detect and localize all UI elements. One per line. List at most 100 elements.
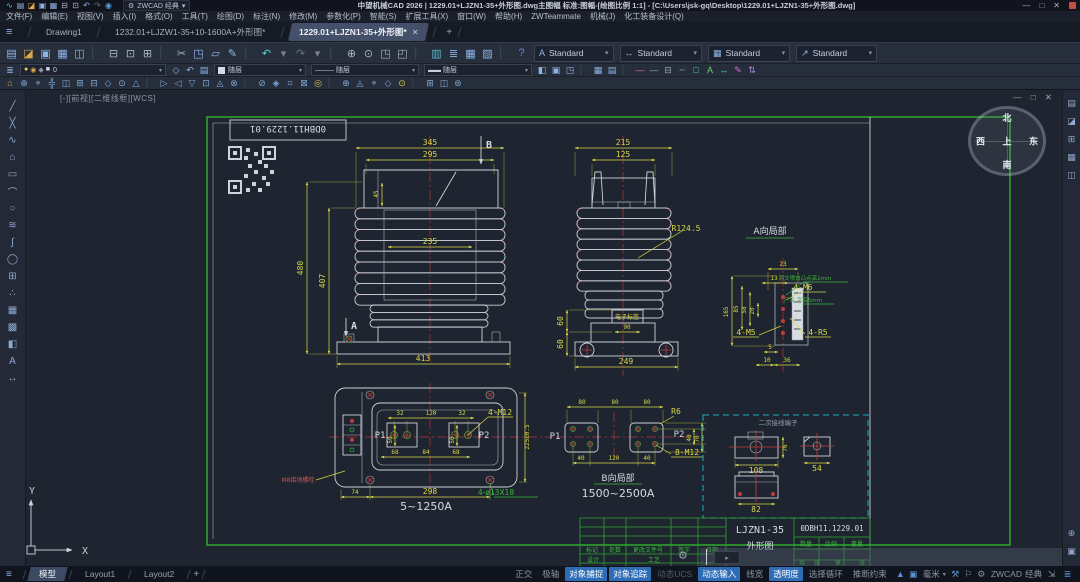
ellipse-tool-icon[interactable]: ◯: [5, 251, 21, 267]
separator[interactable]: ▏: [156, 45, 173, 62]
mleader-style-select[interactable]: ↗Standard▾: [796, 45, 877, 62]
hidden-line-icon[interactable]: ╌: [675, 64, 689, 76]
dim-tool-icon[interactable]: ↔: [717, 64, 731, 76]
undo-icon[interactable]: ↶: [258, 45, 275, 62]
standard-parts-icon[interactable]: ⊙: [395, 77, 409, 89]
mtext-tool-icon[interactable]: A: [5, 353, 21, 369]
drawing-canvas-area[interactable]: 0DBH11.1229.01: [26, 90, 1062, 566]
tool-palettes-icon[interactable]: ⊞: [1065, 132, 1079, 146]
separator[interactable]: ▏: [241, 77, 255, 89]
make-layer-current-icon[interactable]: ◇: [169, 64, 183, 76]
线宽[interactable]: 线宽: [742, 567, 767, 581]
linetype-select[interactable]: ———随层▾: [311, 64, 419, 76]
insert-block-tool-icon[interactable]: ⊞: [5, 268, 21, 284]
menu-item[interactable]: 工具(T): [182, 11, 208, 22]
undo-icon[interactable]: ↶: [81, 1, 92, 11]
color-select[interactable]: 随层▾: [214, 64, 306, 76]
separator[interactable]: ▏: [143, 77, 157, 89]
pan-icon[interactable]: ⊕: [343, 45, 360, 62]
datum-icon[interactable]: ◬: [213, 77, 227, 89]
menu-item[interactable]: ZWTeammate: [531, 12, 581, 21]
bom-icon[interactable]: ◎: [311, 77, 325, 89]
sheet-set-icon[interactable]: ◪: [1065, 114, 1079, 128]
center-mark-icon[interactable]: ⊕: [17, 77, 31, 89]
tab-model[interactable]: 模型: [27, 567, 68, 581]
zoom-realtime-icon[interactable]: ⊙: [360, 45, 377, 62]
centerline-icon[interactable]: ⌖: [31, 77, 45, 89]
line-tool-icon[interactable]: ╱: [5, 98, 21, 114]
properties-panel-icon[interactable]: ▥: [428, 45, 445, 62]
hatch-tool-icon[interactable]: ▦: [5, 302, 21, 318]
unit-select[interactable]: 毫米▾: [923, 568, 946, 580]
print-icon[interactable]: ⊟: [59, 1, 70, 11]
aux-view-icon[interactable]: ▽: [185, 77, 199, 89]
command-bar-grip[interactable]: [706, 549, 707, 565]
bolt-view-icon[interactable]: ◫: [59, 77, 73, 89]
极轴[interactable]: 极轴: [538, 567, 563, 581]
动态输入[interactable]: 动态输入: [698, 567, 740, 581]
dim-style-select[interactable]: ↔Standard▾: [620, 45, 703, 62]
circle-tool-icon[interactable]: ⊙: [115, 77, 129, 89]
dimension-tool-icon[interactable]: ↔: [5, 370, 21, 386]
menu-item[interactable]: 扩展工具(X): [405, 11, 448, 22]
text-style-select[interactable]: AStandard▾: [534, 45, 614, 62]
viewport-icon[interactable]: □: [689, 64, 703, 76]
选择循环[interactable]: 选择循环: [805, 567, 847, 581]
对象捕捉[interactable]: 对象捕捉: [565, 567, 607, 581]
edit-tool-icon[interactable]: ✎: [731, 64, 745, 76]
doc-restore-button[interactable]: □: [1031, 92, 1036, 103]
xref-icon[interactable]: ◳: [563, 64, 577, 76]
settings-tool-icon[interactable]: ⊛: [451, 77, 465, 89]
viewport-controls-label[interactable]: [-][前视][二维线框][WCS]: [60, 93, 156, 104]
drawing-canvas[interactable]: 0DBH11.1229.01: [26, 90, 1062, 566]
frame-icon[interactable]: ⊡: [199, 77, 213, 89]
command-input-icon[interactable]: ▸: [714, 551, 740, 564]
gear-tool-icon[interactable]: ◬: [353, 77, 367, 89]
separator[interactable]: ▏: [577, 64, 591, 76]
customize-icon[interactable]: ⚒: [949, 568, 962, 580]
redo-icon[interactable]: ↷: [92, 1, 103, 11]
对象追踪[interactable]: 对象追踪: [609, 567, 651, 581]
point-tool-icon[interactable]: ∴: [5, 285, 21, 301]
menu-item[interactable]: 窗口(W): [457, 11, 486, 22]
separator[interactable]: ▏: [88, 45, 105, 62]
balloon-icon[interactable]: ⊠: [297, 77, 311, 89]
ungroup-icon[interactable]: ▤: [605, 64, 619, 76]
tolerance-icon[interactable]: ⊗: [227, 77, 241, 89]
menu-item[interactable]: 文件(F): [6, 11, 32, 22]
weld-symbol-icon[interactable]: ◈: [269, 77, 283, 89]
fullscreen-icon[interactable]: ⇲: [1045, 568, 1058, 580]
construction-line-icon[interactable]: ╳: [5, 115, 21, 131]
layers-panel-icon[interactable]: ≣: [445, 45, 462, 62]
tab-layout1[interactable]: Layout1: [73, 568, 126, 580]
add-layout-button[interactable]: +: [193, 569, 199, 580]
menu-item[interactable]: 修改(M): [289, 11, 317, 22]
insert-block-icon[interactable]: ▣: [549, 64, 563, 76]
menu-item[interactable]: 智能(S): [370, 11, 397, 22]
draworder-icon[interactable]: ⊟: [661, 64, 675, 76]
roughness-icon[interactable]: ⊘: [255, 77, 269, 89]
panel-icon[interactable]: ▣: [1065, 544, 1079, 558]
menu-item[interactable]: 视图(V): [77, 11, 104, 22]
properties-panel-icon[interactable]: ▤: [1065, 96, 1079, 110]
compass-south[interactable]: 南: [1002, 158, 1011, 171]
save-icon[interactable]: ▣: [37, 1, 48, 11]
copy-icon[interactable]: ◳: [190, 45, 207, 62]
publish-icon[interactable]: ⊞: [139, 45, 156, 62]
match-properties-icon[interactable]: ✎: [224, 45, 241, 62]
help-icon[interactable]: ?: [513, 45, 530, 62]
menu-item[interactable]: 绘图(D): [217, 11, 244, 22]
open-file-icon[interactable]: ◪: [20, 45, 37, 62]
detail-view-icon[interactable]: ◁: [171, 77, 185, 89]
compass-west[interactable]: 西: [976, 135, 985, 148]
tab-menu-icon[interactable]: ≡: [6, 26, 12, 38]
tab-drawing1[interactable]: Drawing1: [36, 23, 94, 41]
symmetry-icon[interactable]: ◇: [101, 77, 115, 89]
print-icon[interactable]: ⊟: [105, 45, 122, 62]
region-tool-icon[interactable]: ◧: [5, 336, 21, 352]
zoom-window-icon[interactable]: ◳: [377, 45, 394, 62]
cut-icon[interactable]: ✂: [173, 45, 190, 62]
menu-item[interactable]: 化工装备设计(Q): [624, 11, 684, 22]
compass-center[interactable]: 上: [1002, 135, 1011, 148]
separator[interactable]: ▏: [409, 77, 423, 89]
